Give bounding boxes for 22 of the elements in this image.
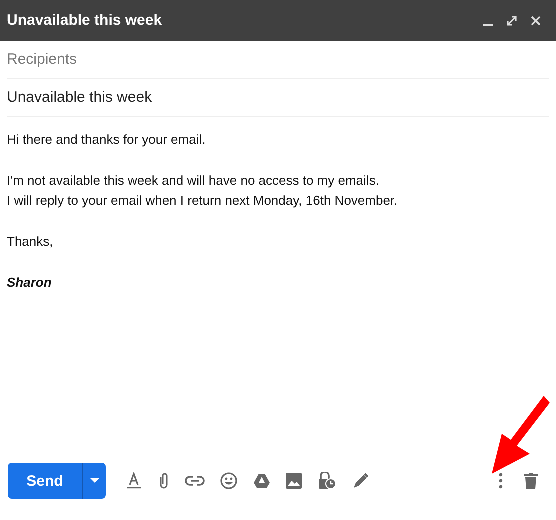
body-paragraph: Hi there and thanks for your email. — [7, 131, 206, 149]
expand-icon[interactable] — [506, 14, 518, 26]
window-title: Unavailable this week — [7, 12, 164, 29]
smiley-icon[interactable] — [220, 472, 238, 490]
send-button[interactable]: Send — [8, 463, 82, 499]
subject-field[interactable]: Unavailable this week — [7, 79, 549, 116]
recipients-field[interactable]: Recipients — [7, 41, 549, 78]
trash-icon[interactable] — [524, 473, 538, 489]
paperclip-icon[interactable] — [158, 472, 170, 490]
send-options-button[interactable] — [82, 463, 106, 499]
lock-clock-icon[interactable] — [317, 472, 337, 490]
body-paragraph: I'm not available this week and will have no access to my emails. I will reply to your email when I return next Monday, 16th November. — [7, 172, 398, 210]
body-paragraph: Thanks, — [7, 233, 54, 251]
image-icon[interactable] — [286, 473, 302, 489]
caret-icon — [90, 478, 100, 484]
pen-icon[interactable] — [352, 472, 370, 490]
link-icon[interactable] — [185, 475, 205, 487]
triangle-icon[interactable] — [253, 473, 271, 489]
signature: Sharon — [7, 274, 52, 292]
more-options-icon[interactable] — [499, 473, 503, 489]
close-icon[interactable] — [530, 14, 542, 26]
text-format-icon[interactable] — [125, 472, 143, 490]
